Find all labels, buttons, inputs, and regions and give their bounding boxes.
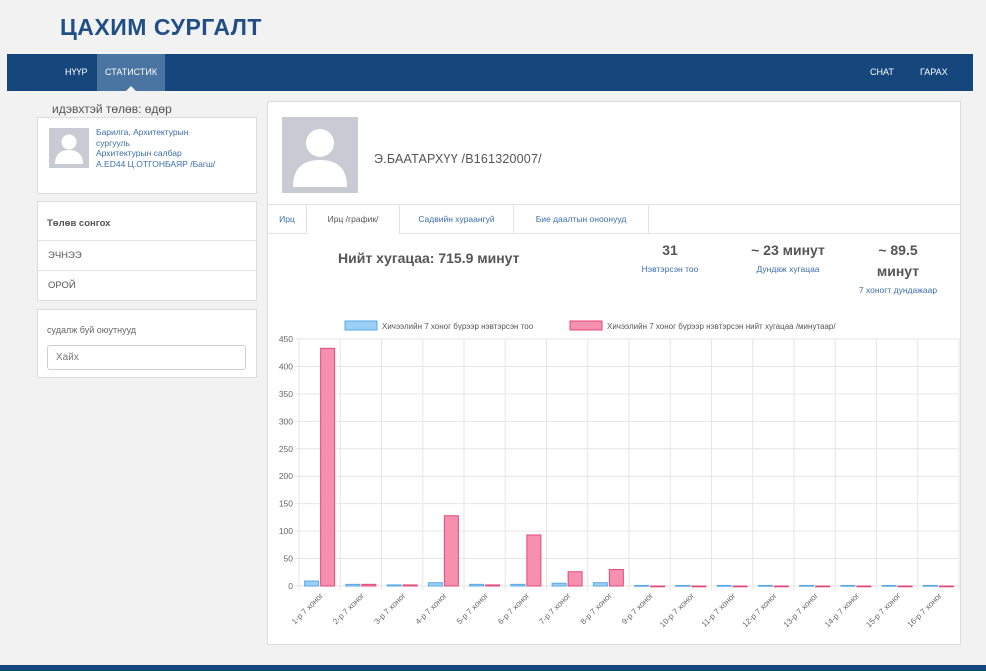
bar-time	[732, 585, 748, 588]
bar-logins	[799, 584, 815, 587]
department-name[interactable]: Архитектурын салбар	[96, 148, 215, 159]
x-tick-label: 6-р 7 хоног	[496, 591, 531, 626]
nav-logout[interactable]: ГАРАХ	[912, 54, 956, 91]
y-tick-label: 50	[284, 554, 294, 564]
y-tick-label: 300	[279, 416, 293, 426]
y-tick-label: 200	[279, 471, 293, 481]
y-tick-label: 250	[279, 444, 293, 454]
student-search-card: судалж буй оюутнууд	[37, 309, 257, 378]
nav-home[interactable]: НҮҮР	[57, 54, 96, 91]
bar-time	[938, 585, 954, 588]
x-tick-label: 5-р 7 хоног	[455, 591, 490, 626]
bar-logins	[510, 583, 526, 587]
x-tick-label: 3-р 7 хоног	[372, 591, 407, 626]
brand-logo[interactable]: ЦАХИМ СУРГАЛТ	[60, 14, 262, 41]
x-tick-label: 16-р 7 хоног	[906, 591, 944, 629]
x-tick-label: 7-р 7 хоног	[537, 591, 572, 626]
y-tick-label: 0	[288, 581, 293, 591]
footer-bar	[0, 665, 986, 671]
x-tick-label: 14-р 7 хоног	[823, 591, 861, 629]
x-tick-label: 9-р 7 хоног	[620, 591, 655, 626]
x-tick-label: 13-р 7 хоног	[782, 591, 820, 629]
legend-swatch-logins	[344, 320, 378, 331]
term-select-title: Төлөв сонгох	[47, 218, 111, 229]
bar-time	[897, 585, 913, 588]
bar-logins	[551, 582, 567, 587]
nav-stats[interactable]: СТАТИСТИК	[97, 54, 166, 91]
legend-label-time: Хичээлийн 7 хоног бүрээр нэвтэрсэн нийт …	[607, 322, 836, 331]
x-tick-label: 4-р 7 хоног	[414, 591, 449, 626]
bar-logins	[922, 584, 938, 587]
x-tick-label: 1-р 7 хоног	[290, 591, 325, 626]
weekly-chart: 0 50 100 150 200 250 300 350 400 450 1-р 7 хоног 2-…	[279, 320, 960, 629]
bar-time	[856, 585, 872, 588]
active-term-label: идэвхтэй төлөв: өдөр	[52, 102, 172, 116]
bar-time	[526, 534, 542, 587]
term-option-morning[interactable]: ЭЧНЭЭ	[38, 240, 256, 270]
x-tick-label: 8-р 7 хоног	[579, 591, 614, 626]
legend-label-logins: Хичээлийн 7 хоног бүрээр нэвтэрсэн тоо	[382, 322, 534, 331]
bar-logins	[427, 582, 443, 587]
bar-time	[485, 584, 501, 587]
bar-logins	[386, 584, 402, 587]
teacher-info: Барилга, Архитектурын сургууль Архитекту…	[96, 127, 215, 169]
bar-time	[650, 585, 666, 588]
y-tick-label: 400	[279, 361, 293, 371]
bar-logins	[592, 582, 608, 587]
bar-logins	[757, 584, 773, 587]
bar-time	[320, 347, 336, 587]
bar-time	[608, 569, 624, 587]
bar-logins	[304, 580, 320, 587]
bar-time	[402, 584, 418, 587]
bar-time	[815, 585, 831, 588]
x-tick-label: 2-р 7 хоног	[331, 591, 366, 626]
bar-logins	[840, 584, 856, 587]
legend-swatch-time	[569, 320, 603, 331]
x-tick-label: 10-р 7 хоног	[658, 591, 696, 629]
bar-logins	[345, 583, 361, 587]
y-tick-label: 450	[279, 334, 293, 344]
school-name[interactable]: Барилга, Архитектурын	[96, 127, 215, 138]
bar-logins	[881, 584, 897, 587]
term-option-evening[interactable]: ОРОЙ	[38, 270, 256, 300]
bar-time	[567, 571, 583, 587]
student-stats-panel: Э.БААТАРХҮҮ /B161320007/ Ирц Ирц /график…	[267, 101, 961, 645]
term-select-card: Төлөв сонгох ЭЧНЭЭ ОРОЙ	[37, 201, 257, 301]
bar-time	[443, 515, 459, 587]
bar-logins	[469, 583, 485, 587]
x-tick-label: 11-р 7 хоног	[700, 591, 738, 629]
x-tick-label: 15-р 7 хоног	[864, 591, 902, 629]
y-tick-label: 100	[279, 526, 293, 536]
bar-time	[691, 585, 707, 588]
bar-time	[773, 585, 789, 588]
x-tick-label: 12-р 7 хоног	[741, 591, 779, 629]
teacher-profile-card: Барилга, Архитектурын сургууль Архитекту…	[37, 117, 257, 194]
bar-logins	[634, 584, 650, 587]
nav-chat[interactable]: CHAT	[862, 54, 902, 91]
y-tick-label: 150	[279, 499, 293, 509]
bar-logins	[716, 584, 732, 587]
school-name-cont[interactable]: сургууль	[96, 138, 215, 149]
teacher-name[interactable]: A.ED44 Ц.ОТГОНБАЯР /Багш/	[96, 159, 215, 170]
bar-time	[361, 583, 377, 587]
search-label: судалж буй оюутнууд	[47, 325, 137, 335]
avatar-icon	[49, 128, 89, 168]
search-input[interactable]	[47, 345, 246, 370]
top-navigation: НҮҮР СТАТИСТИК CHAT ГАРАХ	[7, 54, 973, 91]
y-tick-label: 350	[279, 389, 293, 399]
bar-logins	[675, 584, 691, 587]
